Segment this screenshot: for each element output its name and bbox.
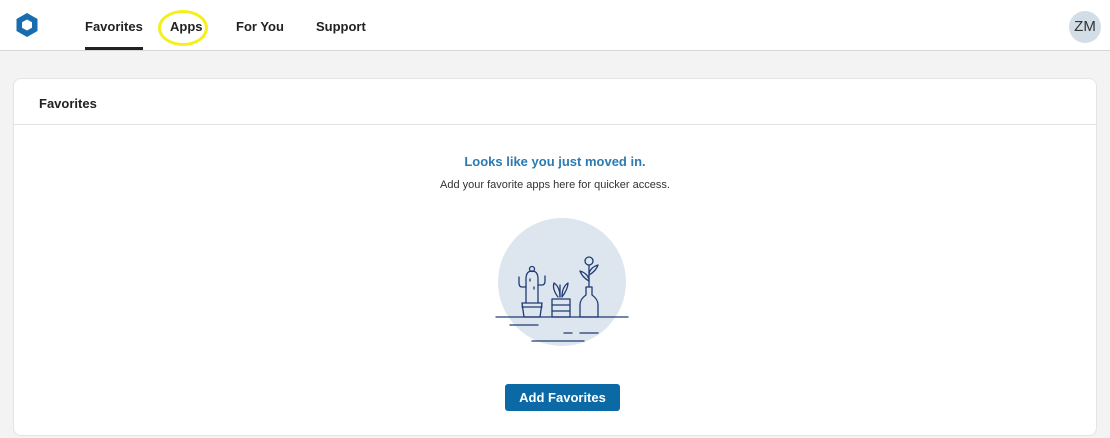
tab-for-you[interactable]: For You [236,0,284,50]
add-favorites-button[interactable]: Add Favorites [505,384,620,411]
top-navigation-bar: Favorites Apps For You Support ZM [0,0,1110,51]
plants-on-shelf-illustration [495,218,629,346]
empty-state-message: Add your favorite apps here for quicker … [440,179,670,191]
tab-apps[interactable]: Apps [170,0,203,50]
tab-favorites[interactable]: Favorites [85,0,143,50]
tab-support[interactable]: Support [316,0,366,50]
favorites-card-header: Favorites [14,79,1096,125]
hexagon-logo-icon[interactable] [15,12,39,38]
favorites-card-title: Favorites [39,96,97,111]
favorites-card: Favorites Looks like you just moved in. … [13,78,1097,436]
empty-state-heading: Looks like you just moved in. [464,154,646,169]
user-avatar[interactable]: ZM [1069,11,1101,43]
